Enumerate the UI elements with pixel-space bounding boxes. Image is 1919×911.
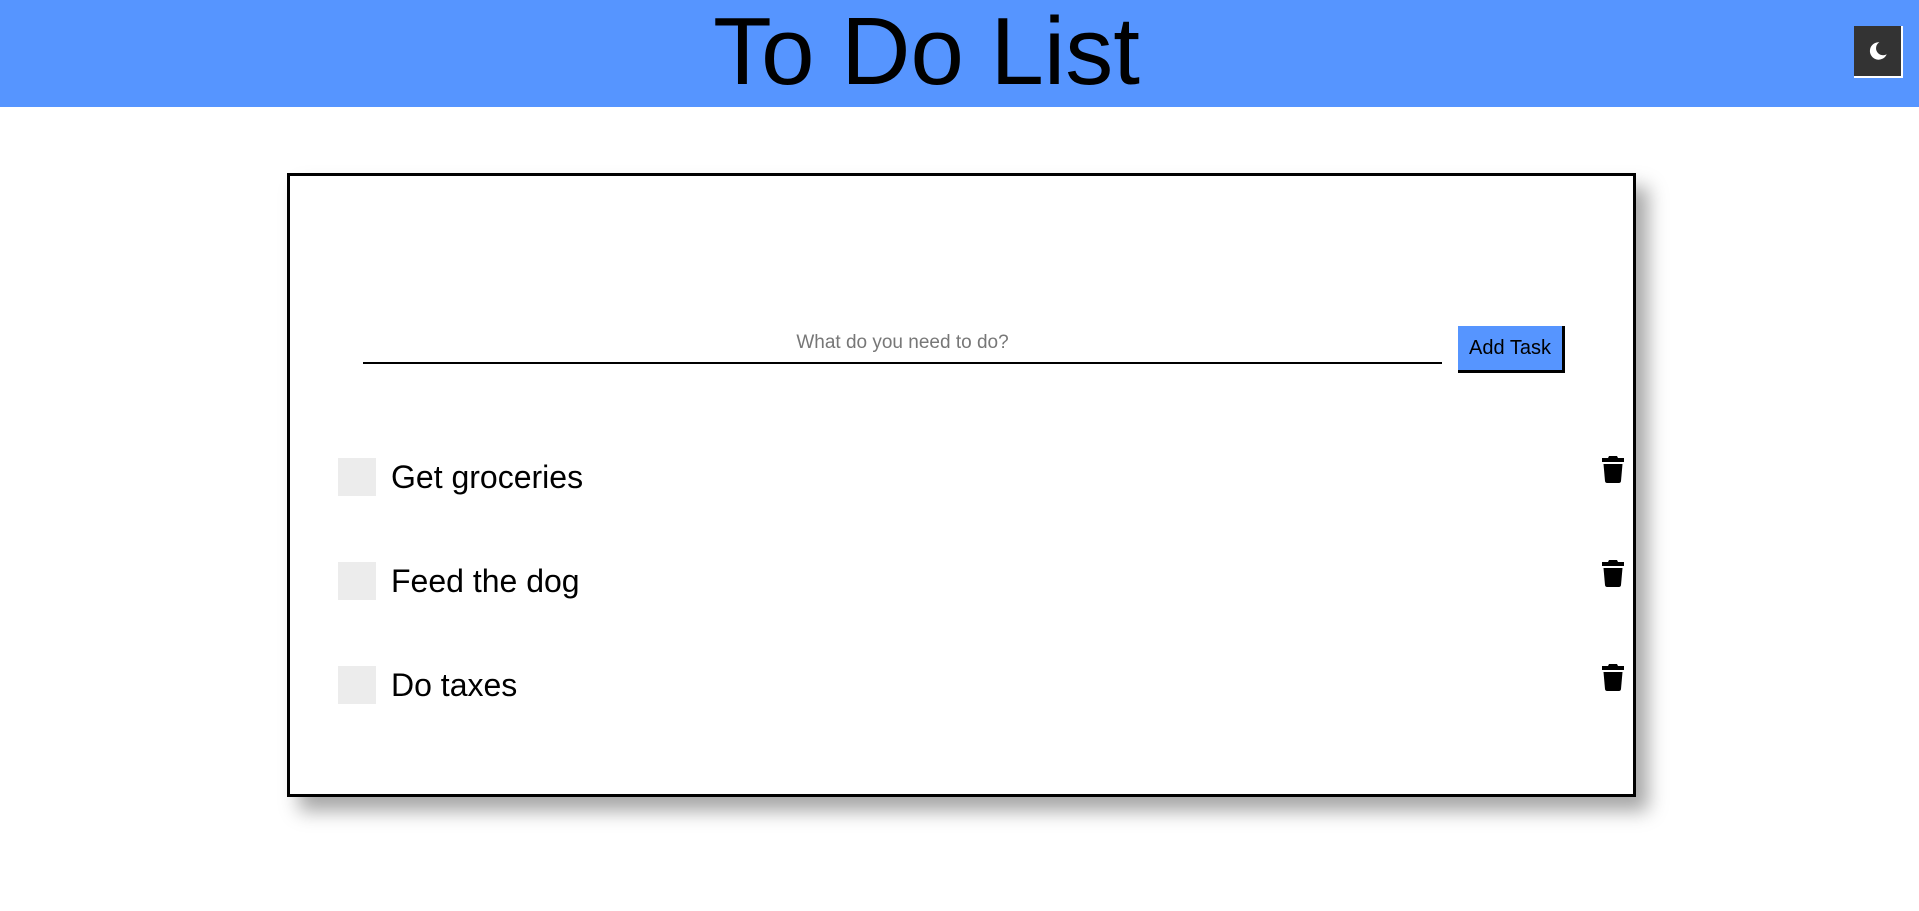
task-checkbox[interactable] — [338, 458, 376, 496]
trash-icon[interactable] — [1601, 454, 1625, 484]
task-label: Get groceries — [391, 459, 584, 495]
moon-icon — [1867, 40, 1889, 62]
task-item: Do taxes — [338, 663, 1624, 705]
task-item: Get groceries — [338, 455, 1624, 497]
trash-icon[interactable] — [1601, 558, 1625, 588]
theme-toggle-button[interactable] — [1854, 26, 1903, 78]
task-item: Feed the dog — [338, 559, 1624, 601]
add-task-button[interactable]: Add Task — [1458, 326, 1565, 373]
task-checkbox[interactable] — [338, 666, 376, 704]
todo-card: Add Task Get groceries Feed the dog — [287, 173, 1636, 797]
header-bar: To Do List — [0, 0, 1919, 107]
new-task-input[interactable] — [363, 324, 1442, 364]
trash-icon[interactable] — [1601, 662, 1625, 692]
task-label: Feed the dog — [391, 563, 580, 599]
task-label: Do taxes — [391, 667, 518, 703]
page-title: To Do List — [713, 0, 1140, 105]
task-checkbox[interactable] — [338, 562, 376, 600]
